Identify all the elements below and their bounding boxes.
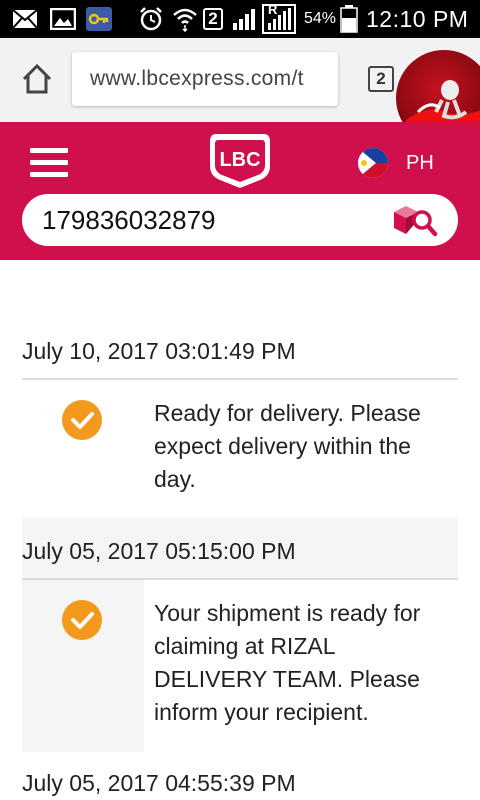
tab-switcher-button[interactable]: 2: [368, 66, 394, 92]
event-date: July 10, 2017 03:01:49 PM: [22, 338, 296, 364]
mail-icon: [12, 0, 38, 38]
gallery-icon: [50, 0, 76, 38]
tracking-search-box: [22, 194, 458, 246]
wifi-icon: [172, 0, 198, 38]
battery-icon: [340, 0, 358, 38]
check-icon: [62, 400, 102, 440]
tracking-timeline: July 10, 2017 03:01:49 PM Ready for deli…: [0, 260, 480, 800]
event-message: Ready for delivery. Please expect delive…: [154, 400, 421, 492]
menu-icon[interactable]: [30, 148, 68, 178]
signal-icon: [232, 0, 258, 38]
tracking-number-input[interactable]: [42, 204, 382, 236]
event-date: July 05, 2017 04:55:39 PM: [22, 770, 296, 796]
browser-toolbar: www.lbcexpress.com/t 2: [0, 38, 480, 146]
key-icon: [86, 0, 112, 38]
alarm-icon: [138, 0, 164, 38]
roaming-signal-icon: R: [262, 0, 296, 38]
lbc-logo[interactable]: LBC: [208, 130, 272, 190]
event-message: Your shipment is ready for claiming at R…: [154, 600, 421, 725]
clock: 12:10 PM: [366, 5, 469, 32]
event-date: July 05, 2017 05:15:00 PM: [22, 538, 296, 564]
sim-slot-label: 2: [203, 8, 223, 30]
philippines-flag-icon[interactable]: [358, 148, 388, 178]
url-text: www.lbcexpress.com/t: [90, 67, 304, 90]
language-selector[interactable]: PH: [406, 152, 434, 175]
site-header: LBC PH: [0, 122, 480, 260]
address-bar[interactable]: www.lbcexpress.com/t: [72, 52, 338, 106]
event-item: Ready for delivery. Please expect delive…: [22, 380, 458, 516]
battery-percent: 54%: [304, 10, 337, 27]
status-bar: 2 R 54% 12:10 PM: [0, 0, 480, 38]
logo-text: LBC: [219, 149, 260, 171]
event-item: Your shipment is ready for claiming at R…: [22, 580, 458, 756]
roaming-label: R: [268, 2, 278, 17]
home-icon[interactable]: [20, 62, 54, 96]
check-icon: [62, 600, 102, 640]
watermark-text: COMPLAINTS: [258, 732, 424, 757]
track-search-icon[interactable]: [390, 200, 438, 240]
sim-2-icon: 2: [203, 0, 223, 38]
